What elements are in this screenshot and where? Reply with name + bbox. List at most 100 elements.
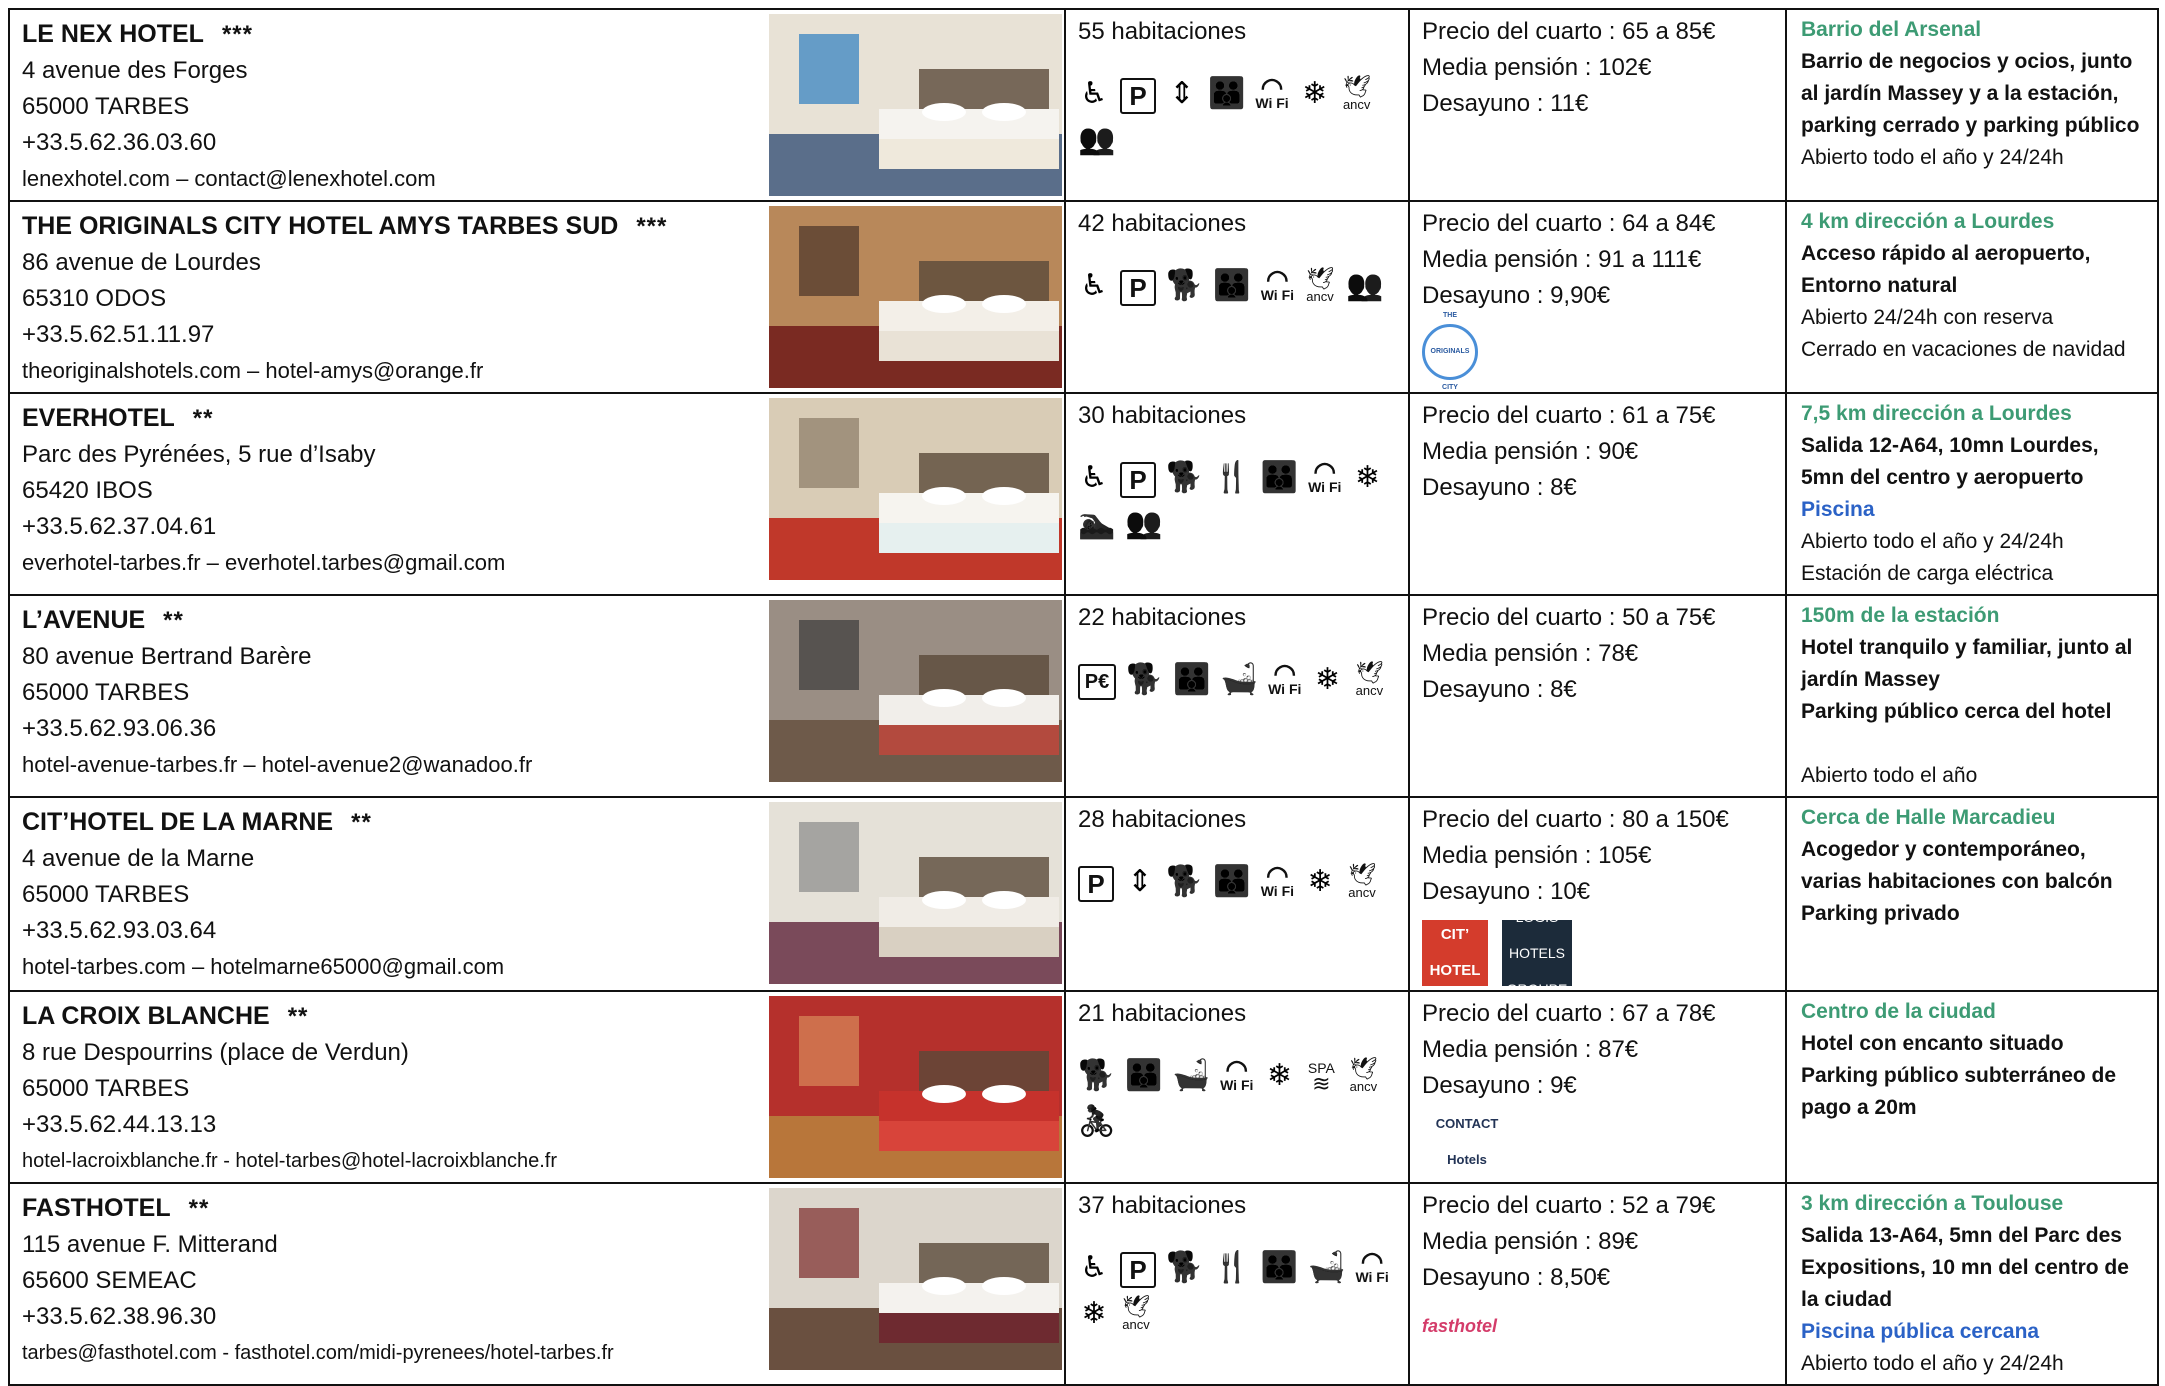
location-label: Barrio del Arsenal [1801,18,1982,41]
hotel-phone: +33.5.62.93.06.36 [22,715,217,742]
description-note: Cerrado en vacaciones de navidad [1801,338,2126,361]
ancv-label: ancv [1342,97,1371,112]
hotel-photo [769,206,1062,388]
photo-pillow [922,295,966,313]
description-highlight: Acogedor y contemporáneo, varias habitac… [1801,838,2113,893]
photo-pillow [982,103,1026,121]
photo-bed-cover [879,927,1059,957]
breakfast-price: Desayuno : 9€ [1422,1072,1577,1099]
wifi-label: Wi Fi [1220,1077,1254,1093]
ancv-icon: 🕊 ancv [1347,1056,1379,1096]
hotel-phone: +33.5.62.51.11.97 [22,321,215,348]
photo-headboard [919,1051,1049,1091]
hotel-photo [769,398,1062,580]
ancv-label: ancv [1122,1317,1150,1332]
hotel-name: LE NEX HOTEL [22,20,204,48]
room-count: 55 habitaciones [1078,18,1247,45]
photo-pillow [922,103,966,121]
hotel-city: 65420 IBOS [22,477,153,504]
photo-pillow [922,1277,966,1295]
description-cell: Centro de la ciudad Hotel con encanto sit… [1785,990,2159,1184]
price-cell: Precio del cuarto : 52 a 79€ Media pensió… [1408,1182,1787,1386]
half-board-price: Media pensión : 102€ [1422,54,1652,81]
description-highlight: Entorno natural [1801,274,1958,297]
wifi-icon: ◠ Wi Fi [1268,660,1301,700]
pets-allowed-icon: 🐕 [1166,268,1204,303]
family-rooms-icon: 👪 [1173,662,1211,697]
room-count: 28 habitaciones [1078,806,1247,833]
price-cell: Precio del cuarto : 80 a 150€ Media pensi… [1408,796,1787,992]
amenity-icons: P ⇕ 🐕 👪 ◠ Wi Fi ❄ 🕊 ancv [1078,862,1398,902]
hotel-contact: hotel-tarbes.com – hotelmarne65000@gmail… [22,954,505,979]
description-note: Estación de carga eléctrica [1801,562,2054,585]
photo-pillow [922,689,966,707]
hotel-address: 80 avenue Bertrand Barère [22,643,312,670]
ancv-icon: 🕊 ancv [1120,1294,1152,1334]
amenity-icons: 🐕 👪 🛁 ◠ Wi Fi ❄ SPA ≋ 🕊 ancv 🚴 [1078,1056,1398,1142]
room-price: Precio del cuarto : 61 a 75€ [1422,402,1716,429]
wifi-arc-icon: ◠ [1225,1054,1249,1084]
ancv-bird-icon: 🕊 [1348,862,1376,887]
hotel-row: LA CROIX BLANCHE ** 8 rue Despourrins (pla… [8,990,2159,1184]
hotel-row: FASTHOTEL ** 115 avenue F. Mitterand 65600 … [8,1182,2159,1386]
photo-headboard [919,857,1049,897]
photo-window [799,418,859,488]
wifi-label: Wi Fi [1255,95,1289,111]
location-label: 7,5 km dirección a Lourdes [1801,402,2072,425]
rooms-cell: 37 habitaciones ♿ P 🐕 🍴 👪 🛁 ◠ Wi Fi ❄ 🕊 ancv [1064,1182,1410,1386]
half-board-price: Media pensión : 89€ [1422,1228,1639,1255]
hotel-photo [769,1188,1062,1370]
brand-logos: fasthotel [1422,1306,1773,1346]
photo-pillow [982,891,1026,909]
half-board-price: Media pensión : 91 a 111€ [1422,246,1702,273]
hotel-photo [769,802,1062,984]
family-rooms-icon: 👪 [1213,268,1251,303]
photo-pillow [922,487,966,505]
description-highlight: Parking público cerca del hotel [1801,700,2112,723]
room-price: Precio del cuarto : 52 a 79€ [1422,1192,1716,1219]
parking-icon: P [1120,78,1156,114]
half-board-price: Media pensión : 105€ [1422,842,1652,869]
photo-headboard [919,69,1049,109]
hotel-city: 65000 TARBES [22,679,190,706]
description-highlight: Parking privado [1801,902,1960,925]
hotel-row: L’AVENUE ** 80 avenue Bertrand Barère 65000… [8,594,2159,798]
hotel-row: THE ORIGINALS CITY HOTEL AMYS TARBES SUD… [8,200,2159,394]
hotel-name: THE ORIGINALS CITY HOTEL AMYS TARBES SUD [22,212,619,240]
hotel-contact: hotel-avenue-tarbes.fr – hotel-avenue2@w… [22,752,533,777]
hotel-row: EVERHOTEL ** Parc des Pyrénées, 5 rue d’Is… [8,392,2159,596]
hotel-info-cell: LA CROIX BLANCHE ** 8 rue Despourrins (pla… [8,990,1066,1184]
ancv-icon: 🕊 ancv [1353,660,1385,700]
price-cell: Precio del cuarto : 50 a 75€ Media pensió… [1408,594,1787,798]
family-rooms-icon: 👪 [1260,460,1299,495]
ancv-bird-icon: 🕊 [1306,266,1334,291]
hotel-city: 65000 TARBES [22,1075,190,1102]
photo-headboard [919,655,1049,695]
photo-pillow [982,1277,1026,1295]
ancv-label: ancv [1306,289,1334,304]
meeting-room-icon: 👥 [1125,506,1163,541]
hotel-info-cell: CIT’HOTEL DE LA MARNE ** 4 avenue de la Ma… [8,796,1066,992]
pets-allowed-icon: 🐕 [1166,1250,1204,1285]
parking-icon: P [1120,462,1156,498]
paid-parking-icon: P€ [1078,664,1116,700]
hotel-phone: +33.5.62.36.03.60 [22,129,217,156]
parking-icon: P [1120,270,1156,306]
pets-allowed-icon: 🐕 [1166,864,1204,899]
family-rooms-icon: 👪 [1125,1058,1163,1093]
description-highlight: Hotel tranquilo y familiar, junto al jar… [1801,636,2133,691]
brand-logo: CONTACT Hotels [1435,1116,1499,1167]
room-photo [769,802,1062,984]
air-conditioning-icon: ❄ [1314,662,1340,697]
description-highlight: Acceso rápido al aeropuerto, [1801,242,2091,265]
wifi-arc-icon: ◠ [1266,264,1289,294]
pets-allowed-icon: 🐕 [1166,460,1204,495]
half-board-price: Media pensión : 90€ [1422,438,1639,465]
hotel-city: 65310 ODOS [22,285,167,312]
photo-pillow [922,891,966,909]
fitness-icon: 🚴 [1078,1104,1116,1139]
pets-allowed-icon: 🐕 [1078,1058,1116,1093]
brand-logos: CIT’ HOTEL LOGIS HOTELS GROUPE [1422,909,1773,989]
hotel-row: CIT’HOTEL DE LA MARNE ** 4 avenue de la Ma… [8,796,2159,992]
wifi-icon: ◠ Wi Fi [1261,266,1294,306]
